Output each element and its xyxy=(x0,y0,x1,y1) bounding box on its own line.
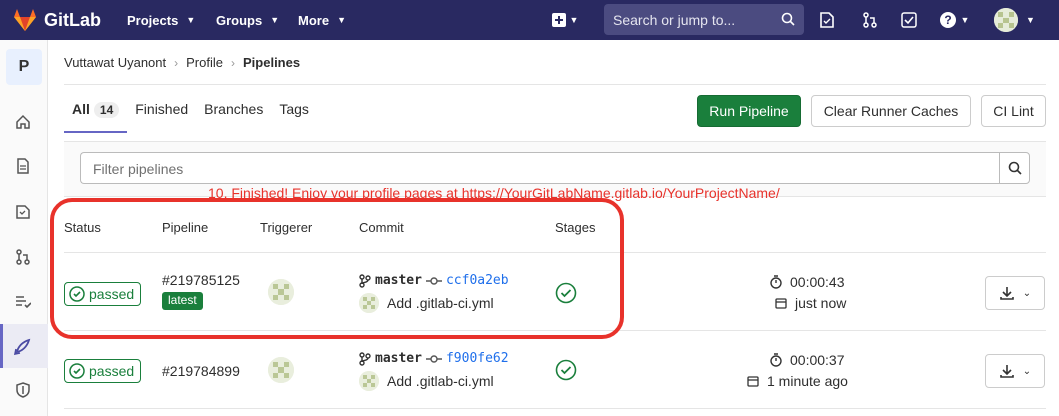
finished-value: 1 minute ago xyxy=(767,373,848,389)
groups-menu-label: Groups xyxy=(216,12,263,28)
annotation-highlight xyxy=(50,198,624,339)
help-icon: ? xyxy=(939,12,956,28)
download-artifacts-button[interactable]: ⌄ xyxy=(985,276,1045,310)
breadcrumb-current[interactable]: Pipelines xyxy=(243,55,300,70)
issues-icon[interactable] xyxy=(13,202,33,222)
help-dropdown[interactable]: ? ▼ xyxy=(936,10,972,30)
filter-pipelines-input[interactable]: Filter pipelines xyxy=(80,152,1000,184)
divider xyxy=(64,84,1046,85)
chevron-right-icon: › xyxy=(231,55,235,70)
calendar-icon xyxy=(775,298,787,309)
download-icon xyxy=(999,287,1014,300)
chevron-down-icon: ▼ xyxy=(960,15,970,25)
tab-all[interactable]: All 14 xyxy=(64,93,128,133)
download-artifacts-button[interactable]: ⌄ xyxy=(985,354,1045,388)
clear-runner-caches-button[interactable]: Clear Runner Caches xyxy=(811,95,971,127)
branch-icon xyxy=(359,351,371,366)
commit-sha-link[interactable]: f900fe62 xyxy=(446,351,509,366)
search-input[interactable]: Search or jump to... xyxy=(604,4,804,35)
divider xyxy=(64,408,1046,409)
duration: 00:00:37 xyxy=(770,352,845,368)
rocket-icon[interactable] xyxy=(13,336,33,356)
calendar-icon xyxy=(747,376,759,387)
avatar[interactable] xyxy=(268,357,294,383)
svg-text:?: ? xyxy=(944,13,951,27)
chevron-down-icon: ⌄ xyxy=(1022,287,1032,299)
more-menu-label: More xyxy=(298,12,330,28)
tab-tags[interactable]: Tags xyxy=(271,93,317,133)
breadcrumb-user[interactable]: Vuttawat Uyanont xyxy=(64,55,166,70)
breadcrumb: Vuttawat Uyanont › Profile › Pipelines xyxy=(64,55,300,70)
merge-request-icon[interactable] xyxy=(13,247,33,267)
chevron-down-icon: ⌄ xyxy=(1022,365,1032,377)
shield-icon[interactable] xyxy=(13,380,33,400)
projects-menu[interactable]: Projects ▼ xyxy=(127,0,195,40)
search-icon xyxy=(781,12,795,26)
commit-message: Add .gitlab-ci.yml xyxy=(359,371,494,391)
tab-all-label: All xyxy=(72,101,90,117)
merge-request-icon[interactable] xyxy=(860,10,880,30)
project-sidebar: P xyxy=(0,40,48,416)
finished-time: just now xyxy=(775,295,846,311)
duration-value: 00:00:37 xyxy=(790,352,845,368)
gitlab-tanuki-icon xyxy=(14,9,36,31)
stage-passed-icon[interactable] xyxy=(555,359,577,381)
status-badge[interactable]: passed xyxy=(64,359,142,383)
finished-value: just now xyxy=(795,295,847,311)
search-icon xyxy=(1008,161,1022,175)
chevron-down-icon[interactable]: ▼ xyxy=(1026,15,1035,25)
duration-value: 00:00:43 xyxy=(790,274,845,290)
tab-branches[interactable]: Branches xyxy=(196,93,271,133)
filter-search-button[interactable] xyxy=(999,152,1030,184)
finished-time: 1 minute ago xyxy=(747,373,848,389)
status-label: passed xyxy=(89,363,135,379)
run-pipeline-button[interactable]: Run Pipeline xyxy=(697,95,801,127)
top-navbar: GitLab Projects ▼ Groups ▼ More ▼ ▼ Search … xyxy=(0,0,1059,40)
timer-icon xyxy=(770,353,782,367)
gitlab-logo-link[interactable]: GitLab xyxy=(12,7,101,33)
commit-ref: master f900fe62 xyxy=(359,351,509,366)
project-avatar[interactable]: P xyxy=(6,49,42,85)
tab-all-count: 14 xyxy=(93,102,120,118)
commit-title-link[interactable]: Add .gitlab-ci.yml xyxy=(387,373,494,389)
chevron-down-icon: ▼ xyxy=(270,15,280,25)
filter-placeholder: Filter pipelines xyxy=(93,161,184,177)
issues-check-icon[interactable] xyxy=(899,10,919,30)
duration: 00:00:43 xyxy=(770,274,845,290)
search-placeholder: Search or jump to... xyxy=(613,12,736,28)
plus-square-icon xyxy=(551,13,566,27)
branch-name-link[interactable]: master xyxy=(375,351,422,366)
commit-icon xyxy=(425,354,442,363)
timer-icon xyxy=(770,275,782,289)
download-icon xyxy=(999,365,1014,378)
tab-finished[interactable]: Finished xyxy=(127,93,196,133)
new-item-dropdown[interactable]: ▼ xyxy=(550,10,580,30)
home-icon[interactable] xyxy=(13,112,33,132)
ci-cd-icon[interactable] xyxy=(13,291,33,311)
pipeline-id-link[interactable]: #219784899 xyxy=(162,363,240,379)
chevron-down-icon: ▼ xyxy=(186,15,196,25)
chevron-right-icon: › xyxy=(174,55,179,70)
ci-lint-button[interactable]: CI Lint xyxy=(981,95,1046,127)
projects-menu-label: Projects xyxy=(127,12,179,28)
check-circle-icon xyxy=(69,363,85,379)
chevron-down-icon: ▼ xyxy=(337,15,346,25)
brand-name: GitLab xyxy=(44,9,101,30)
groups-menu[interactable]: Groups ▼ xyxy=(216,0,279,40)
pipeline-tabs: All 14 Finished Branches Tags xyxy=(64,93,317,133)
avatar[interactable] xyxy=(994,8,1018,32)
chevron-down-icon: ▼ xyxy=(569,15,579,25)
avatar[interactable] xyxy=(359,371,379,391)
more-menu[interactable]: More ▼ xyxy=(298,0,346,40)
todo-icon[interactable] xyxy=(817,10,837,30)
breadcrumb-project[interactable]: Profile xyxy=(186,55,223,70)
repository-icon[interactable] xyxy=(13,156,33,176)
